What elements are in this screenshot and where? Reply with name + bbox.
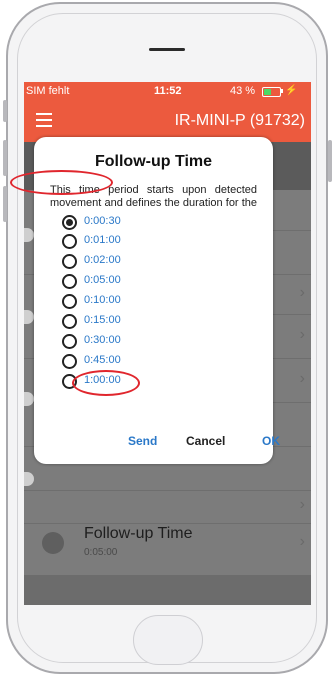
highlight-ellipse-send [72, 370, 140, 396]
device-title: IR-MINI-P (91732) [174, 112, 305, 129]
chevron-right-icon: › [299, 284, 305, 301]
radio-selected-icon [62, 215, 77, 230]
chevron-right-icon: › [299, 326, 305, 343]
option-label: 0:10:00 [84, 294, 121, 306]
battery-tip [281, 89, 283, 93]
dialog-title: Follow-up Time [94, 153, 213, 170]
chevron-right-icon: › [299, 370, 305, 387]
radio-empty-icon [62, 354, 77, 369]
bottom-bar [24, 575, 311, 605]
nav-bar: IR-MINI-P (91732) [24, 100, 311, 142]
ok-button[interactable]: OK [262, 434, 280, 448]
clock-icon [42, 532, 64, 554]
charging-bolt-icon: ⚡ [285, 85, 298, 96]
radio-empty-icon [62, 254, 77, 269]
option-label: 0:01:00 [84, 234, 121, 246]
option-label: 0:05:00 [84, 274, 121, 286]
radio-empty-icon [62, 314, 77, 329]
hamburger-menu-icon[interactable] [36, 113, 52, 127]
volume-up-button [3, 140, 7, 176]
followup-time-row[interactable]: Follow-up Time 0:05:00 › [24, 523, 311, 563]
list-row[interactable]: › [24, 490, 311, 524]
battery-icon [262, 87, 281, 97]
volume-down-button [3, 186, 7, 222]
option-label: 0:00:30 [84, 215, 121, 227]
option-label: 0:02:00 [84, 254, 121, 266]
battery-percent: 43 % [230, 85, 256, 97]
followup-row-title: Follow-up Time [84, 525, 193, 542]
power-button [328, 140, 332, 182]
send-button[interactable]: Send [128, 434, 157, 448]
chevron-right-icon: › [299, 496, 305, 513]
highlight-ellipse-option [10, 170, 113, 195]
option-label: 0:15:00 [84, 314, 121, 326]
home-button[interactable] [133, 615, 203, 665]
radio-empty-icon [62, 294, 77, 309]
status-bar: SIM fehlt 11:52 43 % ⚡ [24, 82, 311, 100]
cancel-button[interactable]: Cancel [186, 434, 225, 448]
mute-switch [3, 100, 7, 122]
carrier-label: SIM fehlt [26, 85, 70, 97]
option-label: 0:30:00 [84, 334, 121, 346]
chevron-right-icon: › [299, 533, 305, 550]
speaker-grille [149, 48, 185, 51]
clock: 11:52 [154, 85, 182, 97]
followup-row-value: 0:05:00 [84, 547, 118, 558]
radio-empty-icon [62, 274, 77, 289]
option-label: 0:45:00 [84, 354, 121, 366]
radio-empty-icon [62, 334, 77, 349]
radio-empty-icon [62, 234, 77, 249]
